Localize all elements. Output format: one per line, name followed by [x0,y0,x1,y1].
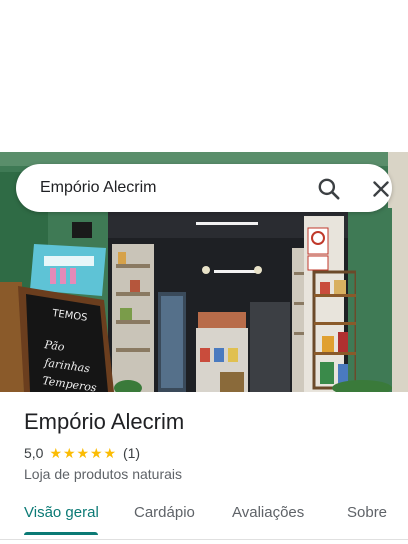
tab-reviews[interactable]: Avaliações [232,504,304,521]
star-rating: ★ ★ ★ ★ ★ [49,446,117,460]
rating-value: 5,0 [24,445,44,461]
place-category: Loja de produtos naturais [24,466,182,482]
place-tabs: Visão geral Cardápio Avaliações Sobre [0,496,408,536]
star-icon: ★ [49,445,63,461]
star-icon: ★ [76,445,90,461]
map-area-blank [0,0,408,152]
star-icon: ★ [62,445,76,461]
tabs-divider [0,539,408,540]
tab-about[interactable]: Sobre [347,504,387,521]
search-icon[interactable] [316,176,342,202]
search-bar[interactable]: Empório Alecrim [16,164,392,212]
star-icon: ★ [103,445,117,461]
place-title: Empório Alecrim [24,409,185,434]
search-input[interactable]: Empório Alecrim [40,179,156,197]
tab-menu[interactable]: Cardápio [134,504,195,521]
rating-row[interactable]: 5,0 ★ ★ ★ ★ ★ (1) [24,444,140,462]
review-count[interactable]: (1) [123,445,140,461]
star-icon: ★ [89,445,103,461]
close-icon[interactable] [368,176,394,202]
active-tab-indicator [24,532,98,535]
tab-overview[interactable]: Visão geral [24,504,99,521]
